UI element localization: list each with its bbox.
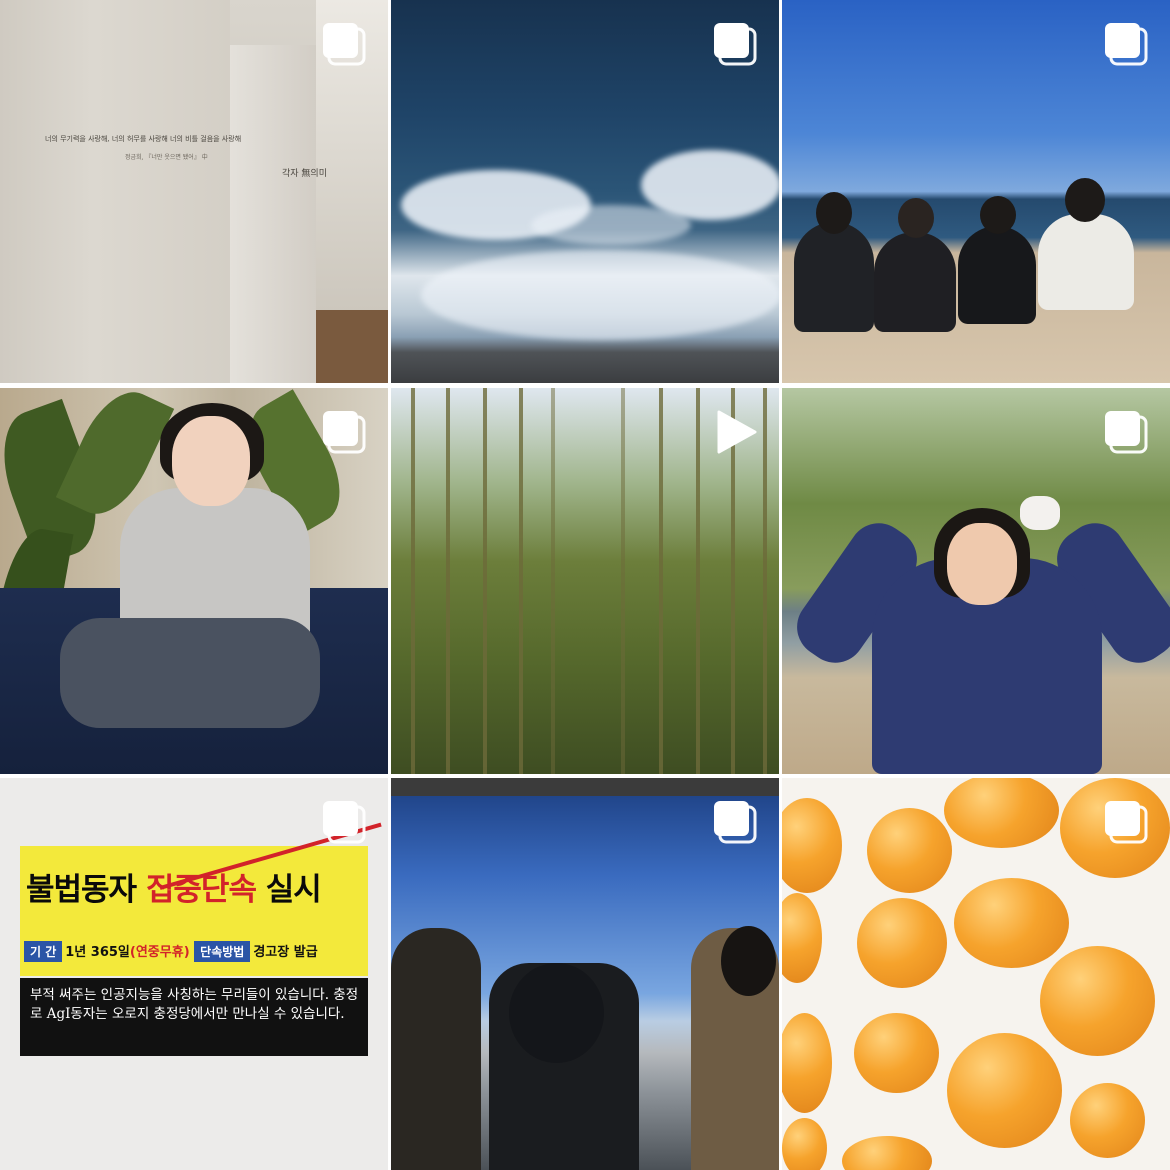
wall-title-text: 각자 無의미	[282, 169, 327, 179]
wall-quote-text: 너의 무기력을 사랑해, 너의 허무를 사랑해 너의 비틀 걸음을 사랑해	[45, 135, 242, 143]
wall-quote-source: 정금희, 『너만 웃으면 됐어』 中	[125, 154, 208, 161]
post-tile-2[interactable]	[391, 0, 779, 383]
carousel-icon	[1102, 408, 1150, 456]
play-icon	[711, 408, 759, 456]
carousel-icon	[320, 20, 368, 68]
sign-body-text: 부적 써주는 인공지능을 사칭하는 무리들이 있습니다. 충정로 AgI동자는 …	[30, 987, 359, 1022]
carousel-icon	[711, 20, 759, 68]
post-tile-6[interactable]	[782, 388, 1170, 774]
post-tile-3[interactable]	[782, 0, 1170, 383]
post-tile-9[interactable]	[782, 778, 1170, 1170]
post-tile-4[interactable]	[0, 388, 388, 774]
sign-title: 불법동자 집중단속 실시	[26, 872, 322, 908]
post-tile-7[interactable]: 불법동자 집중단속 실시 기 간 1년 365일(연중무휴) 단속방법 경고장 발급…	[0, 778, 388, 1170]
carousel-icon	[711, 798, 759, 846]
carousel-icon	[320, 798, 368, 846]
warning-sign: 불법동자 집중단속 실시 기 간 1년 365일(연중무휴) 단속방법 경고장 발급…	[20, 822, 382, 1056]
post-tile-8[interactable]	[391, 778, 779, 1170]
sign-details-row: 기 간 1년 365일(연중무휴) 단속방법 경고장 발급	[24, 941, 318, 962]
carousel-icon	[1102, 798, 1150, 846]
post-tile-5[interactable]	[391, 388, 779, 774]
carousel-icon	[1102, 20, 1150, 68]
profile-post-grid: 너의 무기력을 사랑해, 너의 허무를 사랑해 너의 비틀 걸음을 사랑해 정금…	[0, 0, 1170, 1170]
post-tile-1[interactable]: 너의 무기력을 사랑해, 너의 허무를 사랑해 너의 비틀 걸음을 사랑해 정금…	[0, 0, 388, 383]
carousel-icon	[320, 408, 368, 456]
